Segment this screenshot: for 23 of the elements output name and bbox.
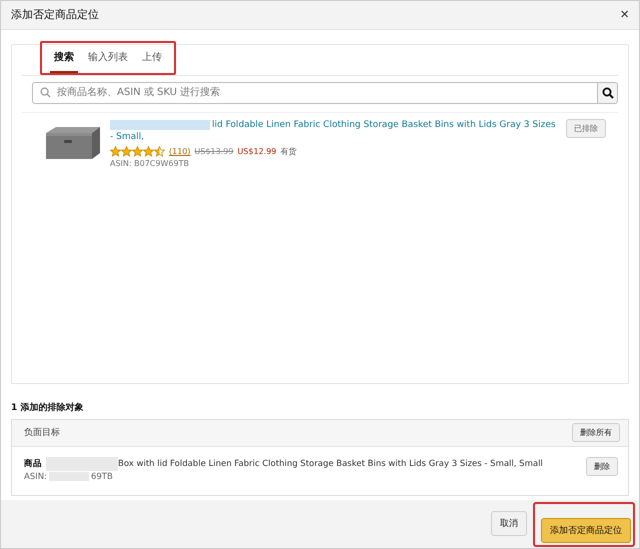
search-icon — [40, 86, 51, 98]
product-title: Box with lid Foldable Linen Fabric Clothing Storage Basket Bins with Lids Gray 3 Sizes - Small, Small — [118, 458, 543, 469]
asin-text: 69TB — [90, 472, 113, 482]
tab[interactable]: 输入列表 — [84, 42, 132, 73]
stock-status: 有货 — [280, 146, 296, 157]
section-heading: 1 添加的排除对象 — [11, 401, 84, 414]
column-header: 负面目标 — [24, 426, 60, 440]
asin-label: ASIN: — [24, 472, 47, 482]
search-button[interactable] — [598, 82, 618, 104]
search-icon — [602, 86, 614, 99]
item-label: 商品 — [24, 458, 42, 470]
search-field[interactable]: 按商品名称、ASIN 或 SKU 进行搜索 — [32, 82, 598, 104]
tab[interactable]: 上传 — [138, 42, 166, 73]
delete-button[interactable]: 删除 — [586, 456, 618, 476]
remove-all-button[interactable]: 删除所有 — [572, 423, 620, 442]
close-button[interactable]: × — [618, 7, 631, 22]
tab[interactable]: 搜索 — [50, 42, 78, 73]
asin-text: ASIN: B07C9W69TB — [110, 158, 190, 168]
price: US$12.99 — [237, 146, 276, 156]
window-title: 添加否定商品定位 — [11, 7, 99, 22]
cancel-button[interactable]: 取消 — [491, 511, 527, 536]
old-price: US$13.99 — [194, 146, 234, 156]
submit-button[interactable]: 添加否定商品定位 — [541, 518, 631, 543]
